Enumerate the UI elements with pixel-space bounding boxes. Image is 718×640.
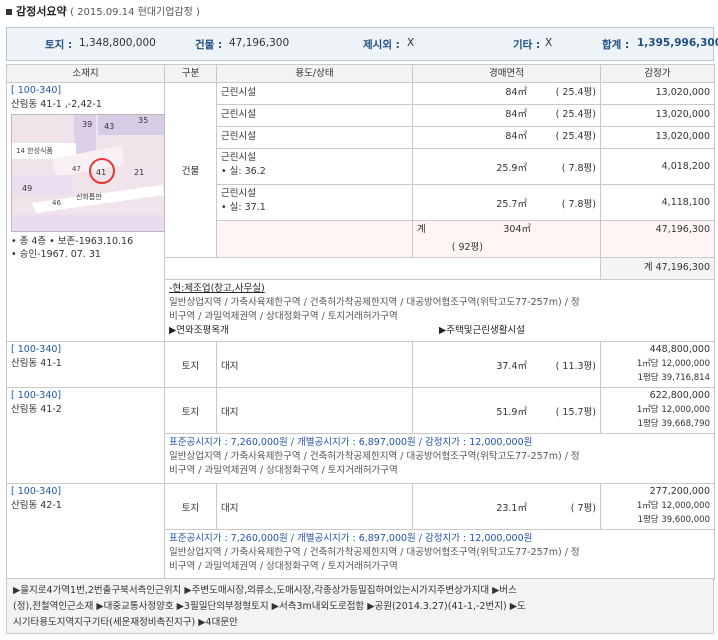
- land-value: 1,348,800,000: [79, 37, 156, 49]
- category-cell: 토지: [164, 387, 217, 434]
- price-cell: 277,200,000 1㎡당 12,000,000 1평당 39,600,000: [600, 483, 715, 530]
- use-cell: 대지: [216, 341, 413, 388]
- col-location: 소재지: [6, 64, 165, 83]
- area-cell: 25.7㎡ ( 7.8평): [412, 184, 601, 221]
- feature-usage: ▶주택및근린생활시설: [439, 325, 525, 336]
- svg-text:43: 43: [104, 122, 114, 131]
- other-value: X: [545, 37, 553, 49]
- excluded-value: X: [407, 37, 415, 49]
- table-row: [ 100-340] 산림동 42-1 토지 대지 23.1㎡ ( 7평) 27…: [6, 483, 715, 580]
- svg-text:41: 41: [96, 168, 106, 177]
- official-land-price: 표준공시지가 : 7,260,000원 / 개별공시지가 : 6,897,000…: [169, 437, 533, 448]
- area-cell: 84㎡ ( 25.4평): [412, 126, 601, 149]
- other-label: 기타 :: [513, 39, 541, 51]
- svg-text:46: 46: [52, 199, 61, 207]
- location-cell: [ 100-340] 산림동 41-1: [6, 341, 165, 388]
- note-line: 시기타용도지역지구기타(세운재정비촉진지구) ▶4대문안: [13, 617, 238, 628]
- col-area: 경매면적: [412, 64, 601, 83]
- subtotal-price: 47,196,300: [600, 220, 715, 258]
- section-subtitle: ( 2015.09.14 현대기업감정 ): [70, 7, 200, 18]
- price-cell: 13,020,000: [600, 126, 715, 149]
- map-drawing: 39 43 35 14 한성식품 41 47 21 49 46 신화톱판: [12, 115, 164, 231]
- subtotal-cell: 계 304㎡ ( 92평): [412, 220, 601, 258]
- building-label: 건물 :: [195, 39, 223, 51]
- section-title: 감정서요약 ( 2015.09.14 현대기업감정 ): [6, 5, 200, 19]
- note-line: (정),전철역인근소재 ▶대중교통사정양호 ▶3필일단의부정형토지 ▶서측3m내…: [13, 601, 526, 612]
- area-cell: 51.9㎡ ( 15.7평): [412, 387, 601, 434]
- svg-text:14 한성식품: 14 한성식품: [16, 146, 53, 155]
- table-row: [ 100-340] 산림동 41-2 토지 대지 51.9㎡ ( 15.7평)…: [6, 387, 715, 484]
- category-cell: 토지: [164, 341, 217, 388]
- use-cell: 근린시설: [216, 126, 413, 149]
- zoning-line: 비구역 / 과밀억제권역 / 상대정화구역 / 토지거래허가구역: [169, 311, 398, 322]
- price-cell: 448,800,000 1㎡당 12,000,000 1평당 39,716,814: [600, 341, 715, 388]
- zoning-line: 비구역 / 과밀억제권역 / 상대정화구역 / 토지거래허가구역: [169, 465, 398, 476]
- total-label: 합계 :: [602, 39, 630, 51]
- location-cell: [ 100-340] 산림동 42-1: [6, 483, 165, 580]
- building-value: 47,196,300: [229, 37, 290, 49]
- appraisal-summary-bar: 토지 : 1,348,800,000 건물 : 47,196,300 제시외 :…: [6, 27, 718, 61]
- col-price: 감정가: [600, 64, 715, 83]
- location-address: 산림동 41-1 ,-2,42-1: [11, 99, 102, 110]
- official-land-price: 표준공시지가 : 7,260,000원 / 개별공시지가 : 6,897,000…: [169, 533, 533, 544]
- area-cell: 84㎡ ( 25.4평): [412, 104, 601, 127]
- square-bullet-icon: [6, 9, 12, 15]
- use-cell: 대지: [216, 387, 413, 434]
- zoning-cell: -현:제조업(창고,사무실) 일반상업지역 / 가축사육제한구역 / 건축허가착…: [164, 279, 715, 342]
- use-cell: 근린시설: [216, 82, 413, 105]
- price-cell: 4,118,100: [600, 184, 715, 221]
- section-title-text: 감정서요약: [16, 5, 67, 18]
- svg-text:49: 49: [22, 184, 32, 193]
- use-cell: 근린시설 • 실: 37.1: [216, 184, 413, 221]
- feature-structure: ▶연와조평옥개: [169, 325, 229, 336]
- table-row: [ 100-340] 산림동 41-1 토지 대지 37.4㎡ ( 11.3평)…: [6, 341, 715, 388]
- excluded-label: 제시외 :: [363, 39, 400, 51]
- price-cell: 4,018,200: [600, 148, 715, 185]
- building-info-approval: • 승인-1967. 07. 31: [11, 249, 101, 260]
- zoning-line: 비구역 / 과밀억제권역 / 상대정화구역 / 토지거래허가구역: [169, 561, 398, 572]
- svg-text:신화톱판: 신화톱판: [76, 192, 102, 201]
- use-cell: 근린시설: [216, 104, 413, 127]
- svg-text:21: 21: [134, 168, 144, 177]
- total-value: 1,395,996,300: [637, 37, 718, 49]
- land-label: 토지 :: [45, 39, 73, 51]
- zoning-line: 일반상업지역 / 가축사육제한구역 / 건축허가착공제한지역 / 대공방어협조구…: [169, 451, 580, 462]
- svg-text:35: 35: [138, 116, 148, 125]
- location-code: [ 100-340]: [11, 85, 62, 96]
- building-total: 계 47,196,300: [600, 257, 715, 280]
- area-cell: 84㎡ ( 25.4평): [412, 82, 601, 105]
- svg-text:47: 47: [72, 165, 81, 173]
- appraisal-table: 소재지 구분 용도/상태 경매면적 감정가 [ 100-340] 산림동 41-…: [6, 64, 715, 580]
- col-use: 용도/상태: [216, 64, 413, 83]
- price-cell: 13,020,000: [600, 82, 715, 105]
- location-notes: ▶을지로4가역1번,2번출구북서측인근위치 ▶주변도매시장,의류소,도매시장,각…: [6, 578, 714, 634]
- map-label: 39: [82, 120, 92, 129]
- price-cell: 13,020,000: [600, 104, 715, 127]
- building-info-floors: • 총 4층 • 보존-1963.10.16: [11, 236, 134, 247]
- zoning-line: 일반상업지역 / 가축사육제한구역 / 건축허가착공제한지역 / 대공방어협조구…: [169, 547, 580, 558]
- price-cell: 622,800,000 1㎡당 12,000,000 1평당 39,668,790: [600, 387, 715, 434]
- location-cell: [ 100-340] 산림동 41-2: [6, 387, 165, 484]
- category-cell: 건물: [164, 82, 217, 258]
- current-use: -현:제조업(창고,사무실): [169, 283, 265, 294]
- category-cell: 토지: [164, 483, 217, 530]
- note-line: ▶을지로4가역1번,2번출구북서측인근위치 ▶주변도매시장,의류소,도매시장,각…: [13, 585, 517, 596]
- use-cell: 대지: [216, 483, 413, 530]
- area-cell: 37.4㎡ ( 11.3평): [412, 341, 601, 388]
- area-cell: 25.9㎡ ( 7.8평): [412, 148, 601, 185]
- table-row: [ 100-340] 산림동 41-1 ,-2,42-1 39 43 35 14…: [6, 82, 715, 342]
- location-cell: [ 100-340] 산림동 41-1 ,-2,42-1 39 43 35 14…: [6, 82, 165, 342]
- col-category: 구분: [164, 64, 217, 83]
- zoning-line: 일반상업지역 / 가축사육제한구역 / 건축허가착공제한지역 / 대공방어협조구…: [169, 297, 580, 308]
- table-header-row: 소재지 구분 용도/상태 경매면적 감정가: [6, 64, 715, 83]
- cadastral-map[interactable]: 39 43 35 14 한성식품 41 47 21 49 46 신화톱판: [11, 114, 165, 232]
- use-cell: 근린시설 • 실: 36.2: [216, 148, 413, 185]
- area-cell: 23.1㎡ ( 7평): [412, 483, 601, 530]
